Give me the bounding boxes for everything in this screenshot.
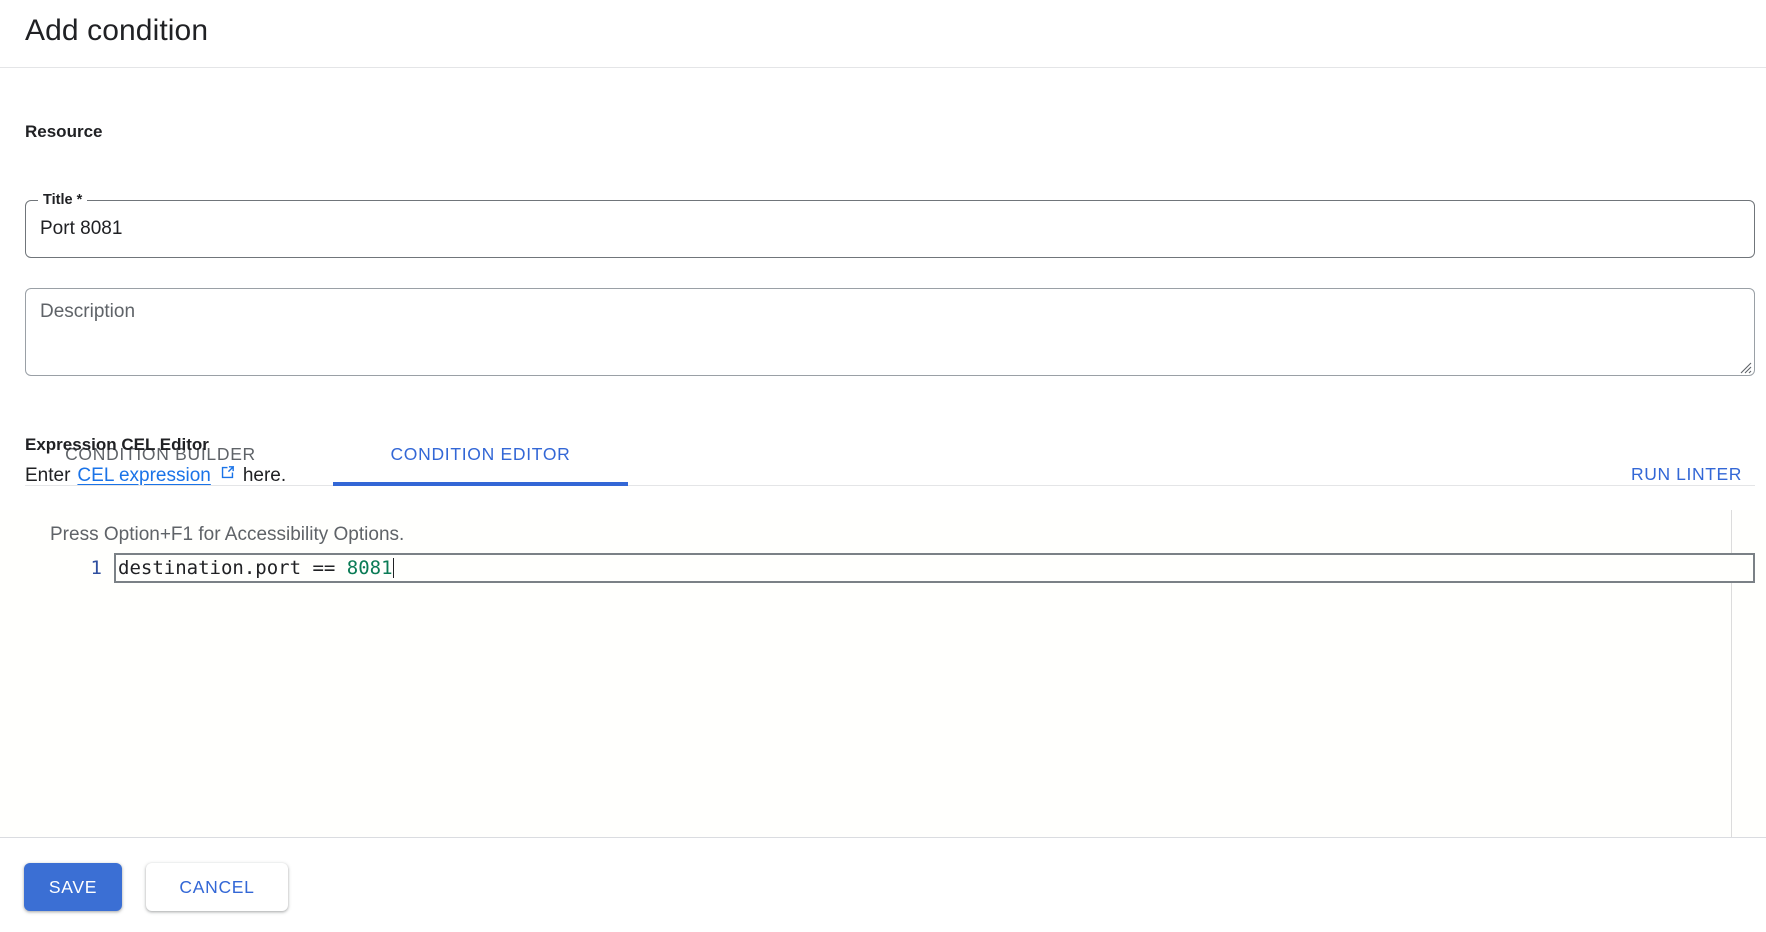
active-tab-indicator bbox=[333, 482, 628, 486]
title-field-label: Title * bbox=[38, 191, 87, 209]
cel-expression-prefix: destination.port == bbox=[118, 557, 347, 579]
resource-section-label: Resource bbox=[25, 121, 102, 143]
cel-subtext-trail: here. bbox=[243, 463, 286, 489]
external-link-icon[interactable] bbox=[219, 463, 236, 489]
run-linter-button[interactable]: RUN LINTER bbox=[1625, 460, 1748, 489]
dialog-header: Add condition bbox=[0, 0, 1766, 68]
title-input[interactable] bbox=[26, 201, 1754, 257]
description-field-wrapper[interactable] bbox=[25, 288, 1755, 376]
cel-code-editor[interactable]: Press Option+F1 for Accessibility Option… bbox=[0, 510, 1766, 838]
add-condition-dialog: Add condition Resource Title * CONDITION… bbox=[0, 0, 1766, 932]
tab-condition-editor[interactable]: CONDITION EDITOR bbox=[333, 424, 628, 485]
page-title: Add condition bbox=[25, 10, 208, 52]
code-line-row: 1 destination.port == 8081 bbox=[0, 553, 1766, 583]
cel-expression-number: 8081 bbox=[347, 557, 393, 579]
accessibility-hint: Press Option+F1 for Accessibility Option… bbox=[50, 522, 404, 548]
cel-editor-heading: Expression CEL Editor bbox=[25, 434, 209, 456]
title-field-wrapper[interactable]: Title * bbox=[25, 200, 1755, 258]
cancel-button[interactable]: CANCEL bbox=[146, 863, 288, 911]
line-number-gutter: 1 bbox=[40, 553, 102, 583]
cel-subtext-lead: Enter bbox=[25, 463, 70, 489]
cel-editor-subtext: Enter CEL expression here. bbox=[25, 463, 286, 489]
description-textarea[interactable] bbox=[26, 289, 1754, 375]
save-button[interactable]: SAVE bbox=[24, 863, 122, 911]
cel-expression-input[interactable]: destination.port == 8081 bbox=[114, 553, 1755, 583]
text-caret bbox=[393, 558, 394, 578]
cel-expression-link[interactable]: CEL expression bbox=[77, 463, 210, 489]
dialog-footer: SAVE CANCEL bbox=[0, 839, 1766, 932]
tab-condition-editor-label: CONDITION EDITOR bbox=[390, 444, 570, 465]
